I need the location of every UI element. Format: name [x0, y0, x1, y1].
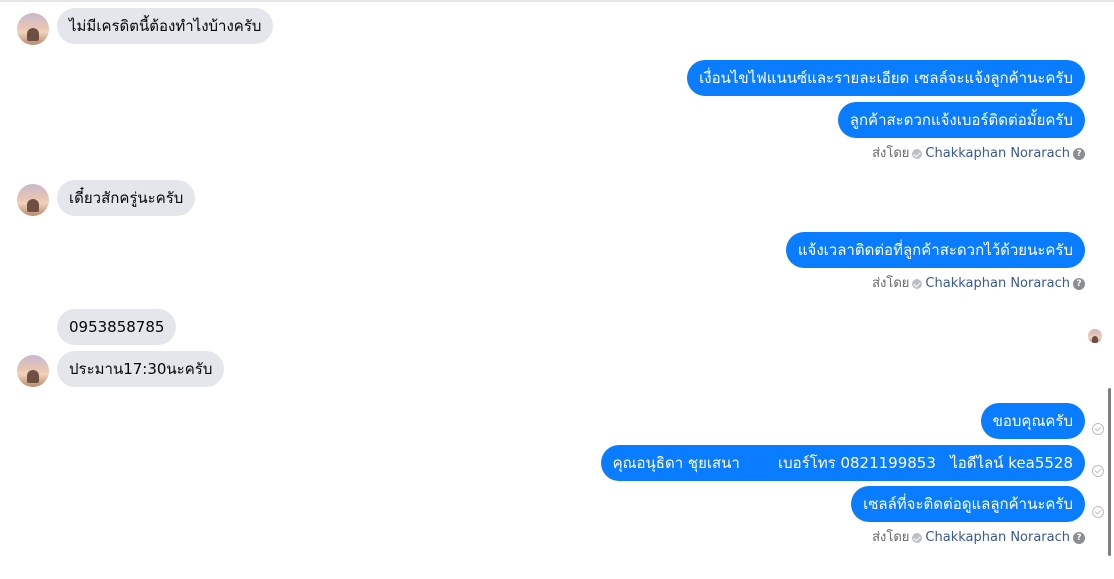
sent-by-label: ส่งโดย: [872, 146, 910, 161]
scrollbar[interactable]: [1108, 388, 1111, 556]
help-icon[interactable]: ?: [1073, 278, 1085, 290]
sent-by-label: ส่งโดย: [872, 276, 910, 291]
contact-avatar[interactable]: [17, 355, 49, 387]
seen-receipt-avatar: [1088, 329, 1102, 343]
sent-by-line: ส่งโดย Chakkaphan Norarach ?: [872, 275, 1085, 293]
outgoing-message[interactable]: ลูกค้าสะดวกแจ้งเบอร์ติดต่อมั้ยครับ: [837, 102, 1085, 138]
avatar-photo: [27, 370, 39, 383]
incoming-message[interactable]: 0953858785: [57, 309, 177, 345]
contact-avatar[interactable]: [17, 13, 49, 45]
verified-check-icon: [912, 279, 923, 289]
outgoing-message[interactable]: ขอบคุณครับ: [980, 403, 1085, 439]
outgoing-message[interactable]: เซลล์ที่จะติดต่อดูแลลูกค้านะครับ: [851, 486, 1085, 522]
verified-check-icon: [912, 533, 923, 543]
contact-avatar[interactable]: [17, 184, 49, 216]
incoming-message[interactable]: ประมาน17:30นะครับ: [57, 351, 225, 387]
top-divider: [0, 0, 1114, 2]
avatar-photo: [27, 28, 39, 41]
verified-check-icon: [912, 149, 923, 159]
sender-name-link[interactable]: Chakkaphan Norarach: [925, 275, 1070, 293]
incoming-message[interactable]: เดี๋ยวสักครู่นะครับ: [57, 180, 196, 216]
outgoing-message[interactable]: เงื่อนไขไฟแนนซ์และรายละเอียด เซลล์จะแจ้ง…: [687, 60, 1085, 96]
sender-name-link[interactable]: Chakkaphan Norarach: [925, 529, 1070, 547]
outgoing-message[interactable]: แจ้งเวลาติดต่อที่ลูกค้าสะดวกไว้ด้วยนะครั…: [785, 232, 1085, 268]
help-icon[interactable]: ?: [1073, 532, 1085, 544]
sender-name-link[interactable]: Chakkaphan Norarach: [925, 145, 1070, 163]
delivered-check-icon: [1092, 465, 1104, 477]
delivered-check-icon: [1092, 506, 1104, 518]
outgoing-message[interactable]: คุณอนุธิดา ชุยเสนา เบอร์โทร 0821199853 ไ…: [600, 445, 1085, 481]
avatar-photo: [1092, 336, 1098, 343]
avatar-photo: [27, 199, 39, 212]
sent-by-line: ส่งโดย Chakkaphan Norarach ?: [872, 529, 1085, 547]
sent-by-line: ส่งโดย Chakkaphan Norarach ?: [872, 145, 1085, 163]
help-icon[interactable]: ?: [1073, 148, 1085, 160]
sent-by-label: ส่งโดย: [872, 530, 910, 545]
incoming-message[interactable]: ไม่มีเครดิตนี้ต้องทำไงบ้างครับ: [57, 8, 274, 44]
delivered-check-icon: [1092, 423, 1104, 435]
